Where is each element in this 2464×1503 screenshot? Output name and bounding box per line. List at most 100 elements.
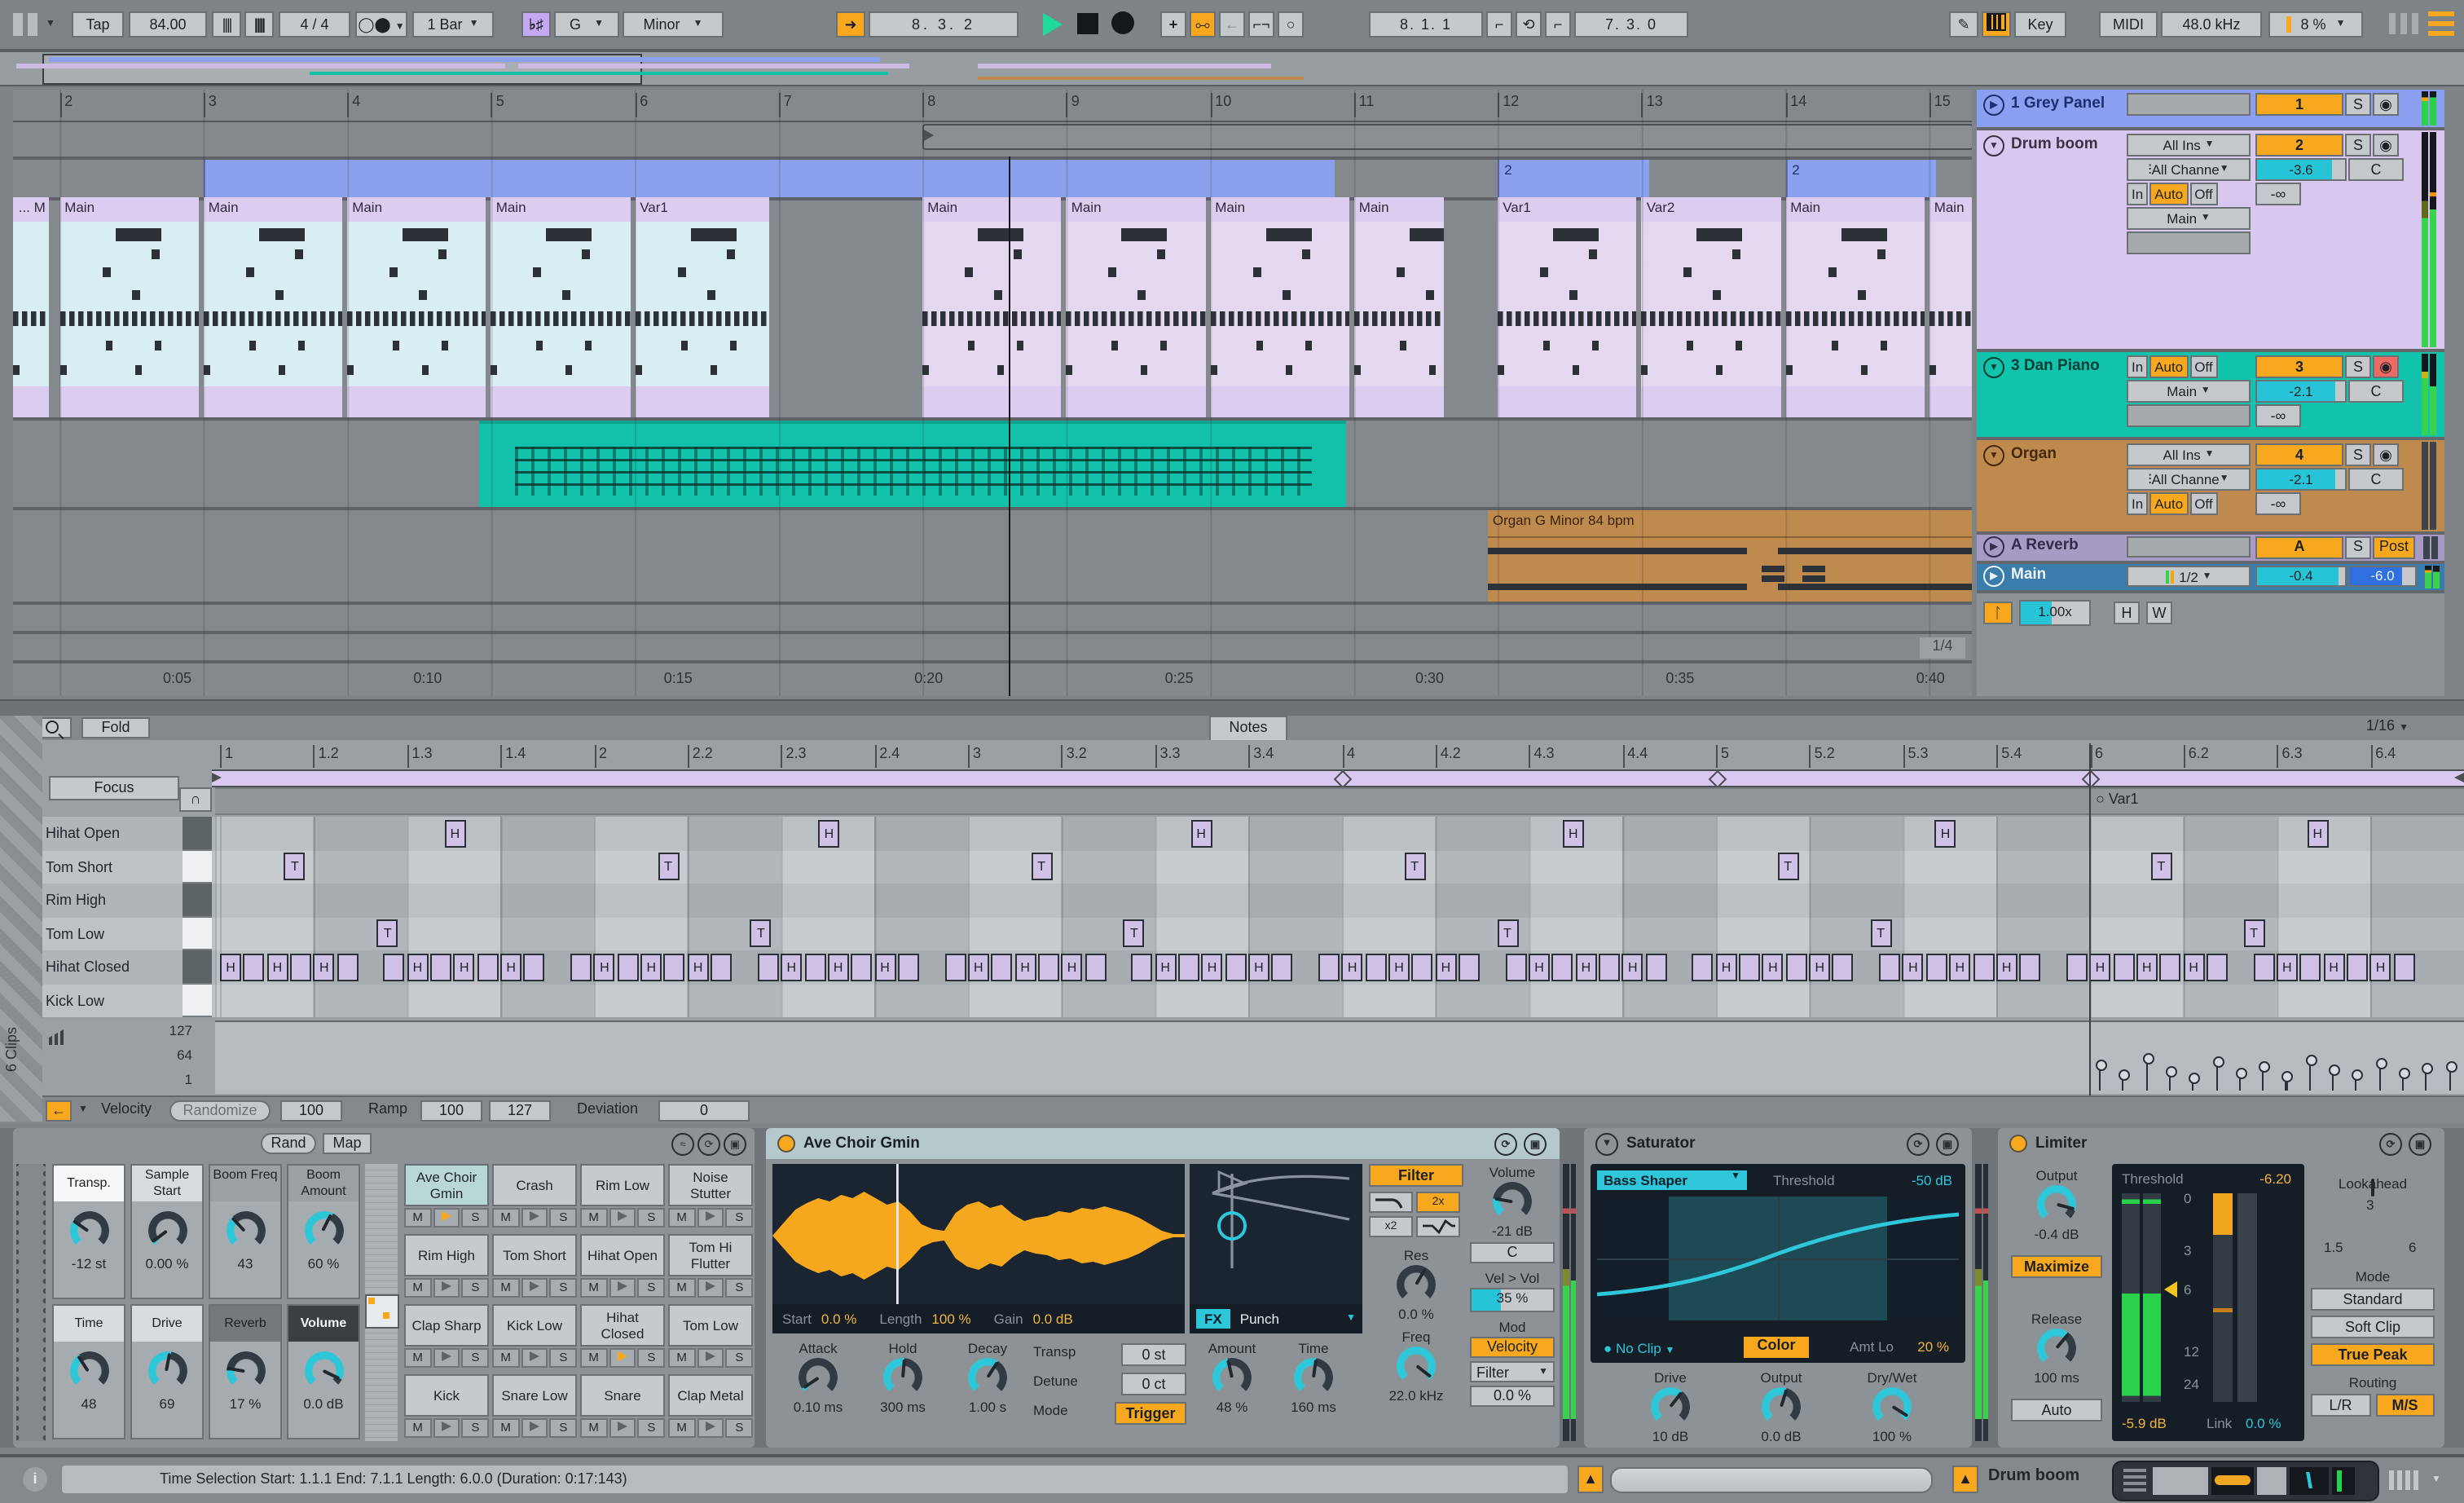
metronome-tick-icon[interactable]: |||| bbox=[212, 11, 241, 37]
hold-knob[interactable]: Hold 300 ms bbox=[867, 1340, 939, 1415]
pad-mute-button[interactable]: M bbox=[492, 1208, 520, 1228]
drum-pad-snare[interactable]: Snare M S bbox=[580, 1374, 666, 1438]
notes-tab[interactable]: Notes bbox=[1209, 716, 1287, 740]
beat-number[interactable]: 5.3 bbox=[1903, 745, 1929, 768]
clip[interactable]: Main bbox=[1929, 197, 1972, 417]
velocity-marker[interactable] bbox=[2445, 1061, 2457, 1073]
pad-name[interactable]: Hihat Closed bbox=[580, 1304, 665, 1347]
midi-note[interactable] bbox=[1318, 953, 1340, 981]
pad-mute-button[interactable]: M bbox=[492, 1348, 520, 1368]
clip[interactable]: 2 bbox=[1498, 160, 1649, 197]
midi-note[interactable]: H bbox=[818, 819, 840, 847]
refresh-icon[interactable]: ⟳ bbox=[1494, 1132, 1517, 1155]
clip[interactable]: Main bbox=[1066, 197, 1205, 417]
midi-note[interactable]: H bbox=[1155, 953, 1177, 981]
bar-number[interactable]: 2 bbox=[59, 93, 73, 117]
filter-lp24-icon[interactable]: 2x bbox=[1416, 1192, 1460, 1213]
pad-play-icon[interactable] bbox=[697, 1348, 724, 1368]
velocity-marker[interactable] bbox=[2189, 1073, 2201, 1084]
velocity-marker[interactable] bbox=[2259, 1061, 2271, 1073]
unfold-icon[interactable]: ▶ bbox=[1983, 566, 2004, 587]
midi-note[interactable]: H bbox=[313, 953, 335, 981]
pad-play-icon[interactable] bbox=[433, 1348, 460, 1368]
monitor-buttons[interactable]: In Auto Off bbox=[2127, 492, 2251, 515]
midi-note[interactable] bbox=[430, 953, 452, 981]
track-header-grey-panel[interactable]: ▶ 1 Grey Panel 1 S ◉ bbox=[1977, 90, 2444, 130]
rand-button[interactable]: Rand bbox=[261, 1133, 316, 1154]
pad-name[interactable]: Clap Sharp bbox=[404, 1304, 489, 1347]
row-swatch[interactable] bbox=[183, 950, 212, 984]
pad-name[interactable]: Kick bbox=[404, 1374, 489, 1417]
link-icon[interactable] bbox=[13, 13, 39, 36]
midi-note[interactable]: H bbox=[1190, 819, 1212, 847]
drum-pad-hihat-open[interactable]: Hihat Open M S bbox=[580, 1234, 666, 1298]
param-caret-icon[interactable]: ▼ bbox=[78, 1105, 88, 1115]
midi-note[interactable]: H bbox=[500, 953, 522, 981]
save-preset-icon[interactable]: ▣ bbox=[2409, 1132, 2431, 1155]
filter-notch-icon[interactable] bbox=[1416, 1216, 1460, 1237]
routing-ms-button[interactable]: M/S bbox=[2375, 1394, 2435, 1417]
row-swatch[interactable] bbox=[183, 817, 212, 850]
auto-release-button[interactable]: Auto bbox=[2011, 1399, 2102, 1421]
midi-note[interactable] bbox=[1739, 953, 1761, 981]
pad-mute-button[interactable]: M bbox=[492, 1278, 520, 1298]
midi-note[interactable] bbox=[2393, 953, 2415, 981]
stop-button[interactable] bbox=[1077, 13, 1098, 34]
midi-note[interactable] bbox=[383, 953, 405, 981]
row-grid[interactable]: HHHHHH bbox=[215, 817, 2464, 850]
unfold-icon[interactable]: ▶ bbox=[1983, 95, 2004, 116]
knob[interactable] bbox=[1762, 1387, 1801, 1426]
threshold-arrow-icon[interactable] bbox=[2164, 1281, 2177, 1298]
drum-row-tom-low[interactable]: Tom Low T T T T T T bbox=[0, 917, 2464, 952]
decay-knob[interactable]: Decay 1.00 s bbox=[952, 1340, 1023, 1415]
midi-note[interactable] bbox=[1225, 953, 1247, 981]
midi-note[interactable] bbox=[897, 953, 919, 981]
pan-field[interactable]: C bbox=[2348, 380, 2404, 403]
transp-field[interactable]: 0 st bbox=[1121, 1343, 1186, 1366]
amtlo-value[interactable]: 20 % bbox=[1917, 1338, 1949, 1355]
beat-number[interactable]: 4.2 bbox=[1435, 745, 1461, 768]
mode-field[interactable]: Trigger bbox=[1115, 1402, 1186, 1425]
drum-pad-ave-choir-gmin[interactable]: Ave Choir Gmin M S bbox=[404, 1164, 490, 1228]
pad-mute-button[interactable]: M bbox=[580, 1208, 608, 1228]
pad-overview-strip[interactable] bbox=[365, 1164, 399, 1441]
pad-play-icon[interactable] bbox=[521, 1348, 548, 1368]
knob[interactable] bbox=[1493, 1182, 1532, 1221]
track-lane-grey-panel[interactable]: 22 bbox=[13, 156, 1972, 201]
midi-note[interactable]: H bbox=[967, 953, 989, 981]
beat-number[interactable]: 4.3 bbox=[1529, 745, 1555, 768]
macro-sample-start[interactable]: Sample Start 0.00 % bbox=[130, 1164, 204, 1299]
device-drum-rack[interactable]: Rand Map ≈ ⟳ ▣ Transp. -12 st Sample Start… bbox=[13, 1128, 755, 1448]
drum-pad-rim-high[interactable]: Rim High M S bbox=[404, 1234, 490, 1298]
device-limiter[interactable]: Limiter ⟳ ▣ Output -0.4 dB Maximize Relea… bbox=[1998, 1128, 2444, 1448]
midi-note[interactable]: T bbox=[750, 919, 772, 947]
drum-row-rim-high[interactable]: Rim High bbox=[0, 884, 2464, 919]
midi-note[interactable]: H bbox=[1061, 953, 1083, 981]
midi-note[interactable]: H bbox=[874, 953, 896, 981]
fold-icon[interactable]: ▼ bbox=[1983, 357, 2004, 378]
knob[interactable] bbox=[1872, 1387, 1912, 1426]
info-icon[interactable]: i bbox=[23, 1467, 47, 1492]
record-arm-button[interactable]: ◉ bbox=[2373, 134, 2399, 156]
midi-note[interactable] bbox=[1692, 953, 1714, 981]
midi-note[interactable]: T bbox=[1870, 919, 1892, 947]
midi-note[interactable]: H bbox=[220, 953, 241, 981]
pad-mute-button[interactable]: M bbox=[404, 1278, 432, 1298]
midi-note[interactable]: H bbox=[827, 953, 849, 981]
velocity-marker[interactable] bbox=[2096, 1060, 2107, 1071]
pad-play-icon[interactable] bbox=[433, 1208, 460, 1228]
horizontal-scrollbar[interactable] bbox=[1610, 1467, 1933, 1493]
beat-number[interactable]: 2.2 bbox=[687, 745, 713, 768]
drum-pad-snare-low[interactable]: Snare Low M S bbox=[492, 1374, 578, 1438]
bar-number[interactable]: 15 bbox=[1929, 93, 1951, 117]
fx-display[interactable] bbox=[1190, 1164, 1362, 1304]
input-routing-menu[interactable]: All Ins ▼ bbox=[2127, 443, 2251, 466]
midi-note[interactable] bbox=[663, 953, 685, 981]
midi-note[interactable]: H bbox=[2307, 819, 2329, 847]
midi-note[interactable]: H bbox=[407, 953, 429, 981]
knob[interactable] bbox=[883, 1358, 922, 1397]
monitor-buttons[interactable]: In Auto Off bbox=[2127, 355, 2251, 378]
midi-note[interactable]: T bbox=[1123, 919, 1145, 947]
volume-field[interactable]: -2.1 bbox=[2255, 468, 2347, 491]
track-lane-organ[interactable]: Organ G Minor 84 bpm bbox=[13, 510, 1972, 605]
